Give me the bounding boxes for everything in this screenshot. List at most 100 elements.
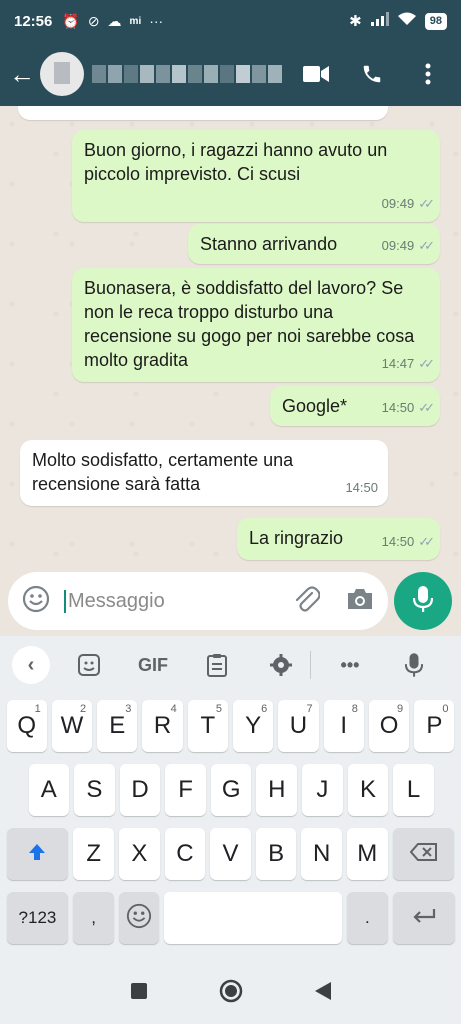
- period-key[interactable]: .: [347, 892, 388, 944]
- message-bubble-outgoing[interactable]: Buon giorno, i ragazzi hanno avuto un pi…: [72, 130, 440, 222]
- message-text: Google*: [282, 396, 348, 416]
- gif-button[interactable]: GIF: [128, 646, 178, 684]
- key[interactable]: A: [28, 764, 70, 816]
- space-bar[interactable]: [164, 892, 343, 944]
- key[interactable]: L: [393, 764, 434, 816]
- alarm-icon: ⏰: [62, 12, 80, 29]
- home-circle-icon[interactable]: [219, 979, 243, 1008]
- key[interactable]: I8: [323, 700, 364, 752]
- wifi-icon: [397, 12, 416, 30]
- key[interactable]: C: [164, 828, 206, 880]
- message-time: 14:50: [345, 480, 378, 495]
- message-text: Buon giorno, i ragazzi hanno avuto un pi…: [84, 140, 388, 184]
- read-ticks-icon: ✓✓: [418, 356, 435, 371]
- key[interactable]: O9: [368, 700, 410, 752]
- voice-input-icon[interactable]: [389, 646, 439, 684]
- message-time: 14:47: [381, 356, 415, 371]
- message-bubble-incoming[interactable]: Molto sodisfatto, certamente una recensi…: [20, 440, 388, 506]
- video-call-icon[interactable]: [303, 61, 329, 87]
- key[interactable]: R4: [142, 700, 183, 752]
- key[interactable]: F: [165, 764, 206, 816]
- key[interactable]: P0: [414, 700, 455, 752]
- read-ticks-icon: ✓✓: [418, 400, 435, 415]
- key[interactable]: K: [347, 764, 389, 816]
- chat-header: ←: [0, 42, 461, 106]
- key-row-2: A S D F G H J K L: [0, 758, 461, 822]
- message-bubble-outgoing[interactable]: Buonasera, è soddisfatto del lavoro? Se …: [72, 268, 440, 382]
- enter-key[interactable]: [392, 892, 455, 944]
- key[interactable]: V: [210, 828, 251, 880]
- read-ticks-icon: ✓✓: [418, 238, 435, 253]
- message-text: Stanno arrivando: [200, 234, 338, 254]
- system-navigation-bar: [0, 962, 461, 1024]
- key[interactable]: B: [255, 828, 297, 880]
- emoji-key[interactable]: [118, 892, 160, 944]
- attach-icon[interactable]: [292, 585, 321, 618]
- backspace-key[interactable]: [392, 828, 455, 880]
- key[interactable]: D: [119, 764, 161, 816]
- symbols-key[interactable]: ?123: [6, 892, 69, 944]
- more-notifications-icon: ···: [149, 13, 164, 29]
- emoji-icon[interactable]: [22, 585, 50, 618]
- key[interactable]: S: [74, 764, 115, 816]
- key[interactable]: T5: [187, 700, 228, 752]
- key[interactable]: U7: [278, 700, 319, 752]
- status-time: 12:56: [14, 12, 53, 30]
- more-options-icon[interactable]: [415, 61, 441, 87]
- key[interactable]: E3: [97, 700, 138, 752]
- bluetooth-icon: ✱: [349, 13, 362, 30]
- settings-gear-icon[interactable]: [256, 646, 306, 684]
- message-placeholder: Messaggio: [64, 589, 165, 613]
- more-options-icon[interactable]: •••: [325, 646, 375, 684]
- contact-name-blurred[interactable]: [92, 63, 282, 85]
- phone-call-icon[interactable]: [359, 61, 385, 87]
- camera-icon[interactable]: [346, 587, 374, 616]
- key[interactable]: M: [346, 828, 388, 880]
- avatar[interactable]: [40, 52, 84, 96]
- collapse-toolbar-icon[interactable]: ‹: [12, 646, 50, 684]
- composer-row: Messaggio: [0, 566, 461, 636]
- key[interactable]: Z: [73, 828, 115, 880]
- key[interactable]: X: [119, 828, 160, 880]
- status-bar: 12:56 ⏰ ⊘ ☁ mi ··· ✱ 98: [0, 0, 461, 42]
- message-bubble-outgoing[interactable]: Google* 14:50 ✓✓: [270, 386, 440, 426]
- shift-key[interactable]: [6, 828, 69, 880]
- message-time: 14:50: [381, 400, 415, 415]
- keyboard-toolbar: ‹ GIF •••: [0, 636, 461, 694]
- read-ticks-icon: ✓✓: [418, 196, 435, 211]
- key[interactable]: J: [302, 764, 343, 816]
- dnd-icon: ⊘: [87, 12, 100, 29]
- recents-square-icon[interactable]: [130, 982, 147, 1004]
- signal-icon: [370, 12, 389, 30]
- sticker-icon[interactable]: [64, 646, 114, 684]
- shift-arrow-icon: [27, 842, 47, 867]
- voice-message-button[interactable]: [394, 572, 452, 630]
- chat-area[interactable]: 09:19 Buon giorno, i ragazzi hanno avuto…: [0, 106, 461, 566]
- back-triangle-icon[interactable]: [314, 981, 331, 1005]
- message-time: 09:19: [345, 106, 378, 114]
- message-time: 09:49: [381, 238, 415, 253]
- battery-indicator: 98: [424, 12, 447, 30]
- message-text: La ringrazio: [249, 528, 344, 548]
- key[interactable]: N: [301, 828, 342, 880]
- key[interactable]: Y6: [232, 700, 274, 752]
- key-row-3: Z X C V B N M: [0, 822, 461, 886]
- key-row-1: Q1 W2 E3 R4 T5 Y6 U7 I8 O9 P0: [0, 694, 461, 758]
- comma-key[interactable]: ,: [73, 892, 114, 944]
- key[interactable]: G: [210, 764, 252, 816]
- message-bubble-outgoing[interactable]: La ringrazio 14:50 ✓✓: [237, 518, 440, 560]
- read-ticks-icon: ✓✓: [418, 534, 435, 549]
- message-text: Molto sodisfatto, certamente una recensi…: [32, 450, 294, 494]
- key[interactable]: H: [256, 764, 298, 816]
- message-input[interactable]: Messaggio: [8, 572, 388, 630]
- message-bubble-outgoing[interactable]: Stanno arrivando 09:49 ✓✓: [188, 224, 440, 264]
- keyboard: ‹ GIF ••• Q1 W2 E3 R4 T5 Y6 U7 I8 O9 P0 …: [0, 636, 461, 962]
- enter-arrow-icon: [412, 907, 436, 930]
- back-arrow-icon[interactable]: ←: [4, 59, 40, 90]
- message-bubble-partial[interactable]: 09:19: [18, 106, 388, 120]
- key-row-4: ?123 , .: [0, 886, 461, 950]
- cloud-icon: ☁: [107, 12, 122, 29]
- key[interactable]: Q1: [6, 700, 47, 752]
- key[interactable]: W2: [51, 700, 93, 752]
- clipboard-icon[interactable]: [192, 646, 242, 684]
